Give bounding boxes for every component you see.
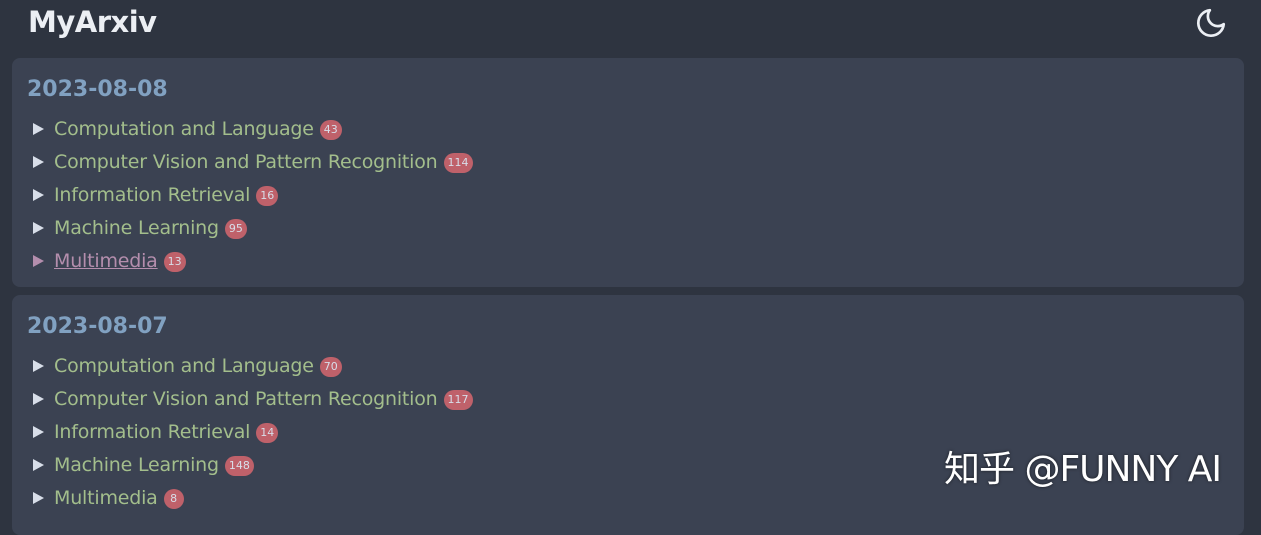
category-label: Multimedia	[54, 249, 158, 272]
day-date: 2023-08-08	[27, 77, 168, 102]
category-item[interactable]: Computer Vision and Pattern Recognition …	[12, 382, 473, 415]
day-date: 2023-08-07	[27, 314, 168, 339]
theme-toggle-button[interactable]	[1194, 6, 1228, 40]
expand-triangle-icon	[32, 221, 45, 235]
expand-triangle-icon	[32, 254, 45, 268]
category-item-hovered[interactable]: Multimedia 13	[12, 244, 473, 277]
paper-count-badge: 148	[224, 455, 254, 476]
expand-triangle-icon	[32, 491, 45, 505]
app-title[interactable]: MyArxiv	[28, 5, 157, 39]
category-list: Computation and Language 43 Computer Vis…	[12, 112, 473, 277]
category-label: Information Retrieval	[54, 183, 251, 206]
paper-count-badge: 70	[319, 356, 342, 377]
category-item[interactable]: Computer Vision and Pattern Recognition …	[12, 145, 473, 178]
category-label: Computer Vision and Pattern Recognition	[54, 150, 438, 173]
paper-count-badge: 43	[319, 119, 342, 140]
day-card: 2023-08-07 Computation and Language 70 C…	[12, 295, 1244, 535]
expand-triangle-icon	[32, 458, 45, 472]
paper-count-badge: 16	[256, 185, 279, 206]
watermark-text: 知乎 @FUNNY AI	[944, 449, 1222, 490]
category-list: Computation and Language 70 Computer Vis…	[12, 349, 473, 514]
category-label: Machine Learning	[54, 216, 219, 239]
expand-triangle-icon	[32, 392, 45, 406]
category-label: Computer Vision and Pattern Recognition	[54, 387, 438, 410]
app-header: MyArxiv	[0, 0, 1261, 50]
category-label: Computation and Language	[54, 117, 314, 140]
expand-triangle-icon	[32, 425, 45, 439]
category-label: Machine Learning	[54, 453, 219, 476]
category-item[interactable]: Machine Learning 148	[12, 448, 473, 481]
expand-triangle-icon	[32, 155, 45, 169]
category-label: Computation and Language	[54, 354, 314, 377]
paper-count-badge: 13	[163, 251, 186, 272]
paper-count-badge: 114	[443, 152, 473, 173]
category-label: Multimedia	[54, 486, 158, 509]
day-card: 2023-08-08 Computation and Language 43 C…	[12, 58, 1244, 287]
category-item[interactable]: Multimedia 8	[12, 481, 473, 514]
category-item[interactable]: Information Retrieval 14	[12, 415, 473, 448]
category-item[interactable]: Information Retrieval 16	[12, 178, 473, 211]
paper-count-badge: 95	[224, 218, 247, 239]
paper-count-badge: 8	[163, 488, 184, 509]
category-item[interactable]: Computation and Language 70	[12, 349, 473, 382]
paper-count-badge: 117	[443, 389, 473, 410]
expand-triangle-icon	[32, 359, 45, 373]
expand-triangle-icon	[32, 188, 45, 202]
moon-icon	[1197, 8, 1226, 37]
paper-count-badge: 14	[256, 422, 279, 443]
category-label: Information Retrieval	[54, 420, 251, 443]
expand-triangle-icon	[32, 122, 45, 136]
category-item[interactable]: Computation and Language 43	[12, 112, 473, 145]
category-item[interactable]: Machine Learning 95	[12, 211, 473, 244]
